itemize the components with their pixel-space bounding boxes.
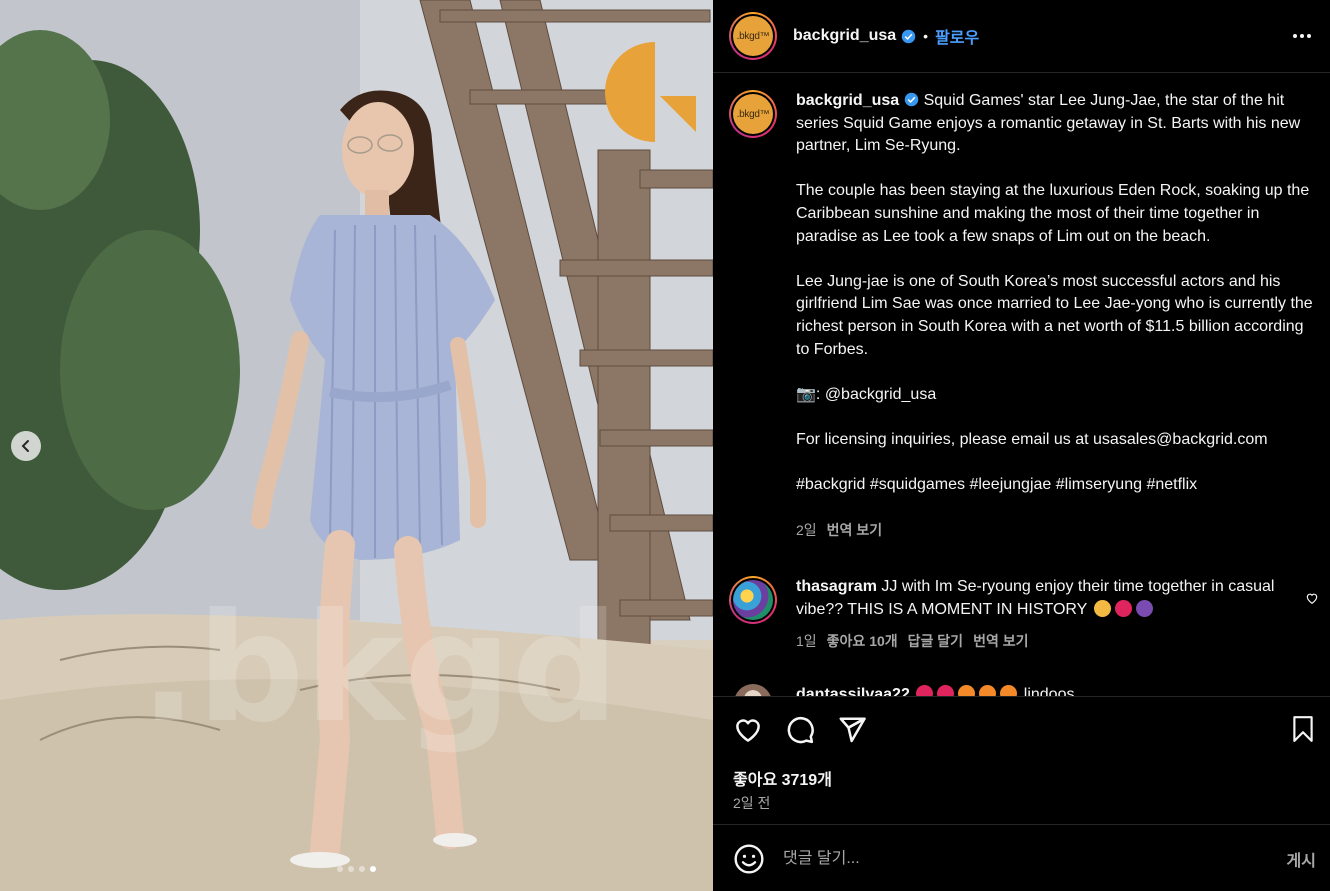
header-username[interactable]: backgrid_usa (793, 27, 896, 45)
comments-panel[interactable]: .bkgd™ backgrid_usa Squid Games' star Le… (713, 74, 1330, 696)
follow-button[interactable]: 팔로우 (935, 24, 979, 48)
share-send-icon[interactable] (837, 715, 867, 745)
reply-button[interactable]: 답글 달기 (908, 630, 963, 653)
caption-hashtags[interactable]: #backgrid #squidgames #leejungjae #limse… (796, 474, 1319, 497)
slide-dot (348, 866, 354, 872)
fire-emoji-icon (1000, 685, 1018, 696)
photo-watermark-text: .bkgd (140, 582, 619, 756)
caption-paragraph: backgrid_usa Squid Games' star Lee Jung-… (796, 90, 1319, 158)
comment-composer: 게시 (713, 824, 1330, 891)
verified-badge-icon (901, 29, 916, 43)
caption-username[interactable]: backgrid_usa (796, 92, 899, 109)
caption-paragraph: The couple has been staying at the luxur… (796, 182, 1314, 245)
bookmark-icon[interactable] (1290, 715, 1316, 743)
crying-emoji-icon (1093, 599, 1111, 617)
caption-paragraph: Lee Jung-jae is one of South Korea’s mos… (796, 272, 1318, 358)
caption-credit: 📷: @backgrid_usa (796, 385, 937, 403)
heart-emoji-icon (916, 685, 934, 696)
avatar[interactable]: .bkgd™ (729, 12, 777, 60)
commenter-avatar[interactable] (734, 684, 772, 696)
commenter-avatar[interactable] (729, 576, 777, 624)
slide-dot (359, 866, 365, 872)
slide-dot-active (370, 866, 376, 872)
caption-avatar[interactable]: .bkgd™ (729, 90, 777, 138)
beach-photo-illustration: .bkgd (0, 0, 713, 891)
slide-dot (337, 866, 343, 872)
comment-username[interactable]: dantassilvaa22 (796, 686, 910, 696)
header-separator: • (923, 28, 929, 44)
like-heart-icon[interactable] (733, 715, 763, 745)
post-photo[interactable]: .bkgd (0, 0, 713, 891)
caption-translate-button[interactable]: 번역 보기 (827, 519, 882, 542)
comment-likes-button[interactable]: 좋아요 10개 (827, 630, 898, 653)
comment-item: dantassilvaa22 lindoos (729, 684, 1319, 696)
heart-emoji-icon (937, 685, 955, 696)
comment-time: 1일 (796, 633, 817, 650)
chevron-left-icon (21, 440, 29, 452)
comment-item: thasagram JJ with Im Se-ryoung enjoy the… (729, 576, 1319, 653)
previous-slide-button[interactable] (11, 431, 41, 461)
avatar-logo-text: .bkgd™ (733, 94, 773, 134)
comment-input[interactable] (783, 849, 1223, 868)
speaking-emoji-icon (1135, 599, 1153, 617)
more-options-icon[interactable] (1290, 24, 1314, 48)
post-sidebar: .bkgd™ backgrid_usa • 팔로우 .bkgd™ backgri… (713, 0, 1330, 891)
comment-bubble-icon[interactable] (785, 715, 815, 745)
post-timestamp: 2일 전 (733, 795, 771, 811)
comment-text-block: thasagram JJ with Im Se-ryoung enjoy the… (796, 576, 1289, 621)
post-caption: .bkgd™ backgrid_usa Squid Games' star Le… (729, 90, 1319, 542)
fire-emoji-icon (958, 685, 976, 696)
post-comment-button[interactable]: 게시 (1287, 847, 1316, 871)
caption-time: 2일 (796, 522, 817, 539)
comment-translate-button[interactable]: 번역 보기 (973, 630, 1028, 653)
comment-text: lindoos (1023, 686, 1075, 696)
comment-meta: 1일 좋아요 10개 답글 달기 번역 보기 (796, 630, 1289, 653)
post-actions: 좋아요 3719개 2일 전 게시 (713, 696, 1330, 891)
caption-licensing: For licensing inquiries, please email us… (796, 430, 1268, 448)
verified-badge-icon (904, 92, 919, 107)
emoji-smiley-icon[interactable] (733, 843, 765, 875)
avatar-logo-text: .bkgd™ (733, 16, 773, 56)
post-header: .bkgd™ backgrid_usa • 팔로우 (713, 0, 1330, 73)
slide-indicator (0, 866, 713, 872)
comment-username[interactable]: thasagram (796, 578, 877, 595)
likes-count[interactable]: 좋아요 3719개 (733, 766, 832, 790)
heart-icon[interactable] (1305, 591, 1319, 605)
caption-meta: 2일 번역 보기 (796, 519, 1319, 542)
heart-emoji-icon (1114, 599, 1132, 617)
fire-emoji-icon (979, 685, 997, 696)
